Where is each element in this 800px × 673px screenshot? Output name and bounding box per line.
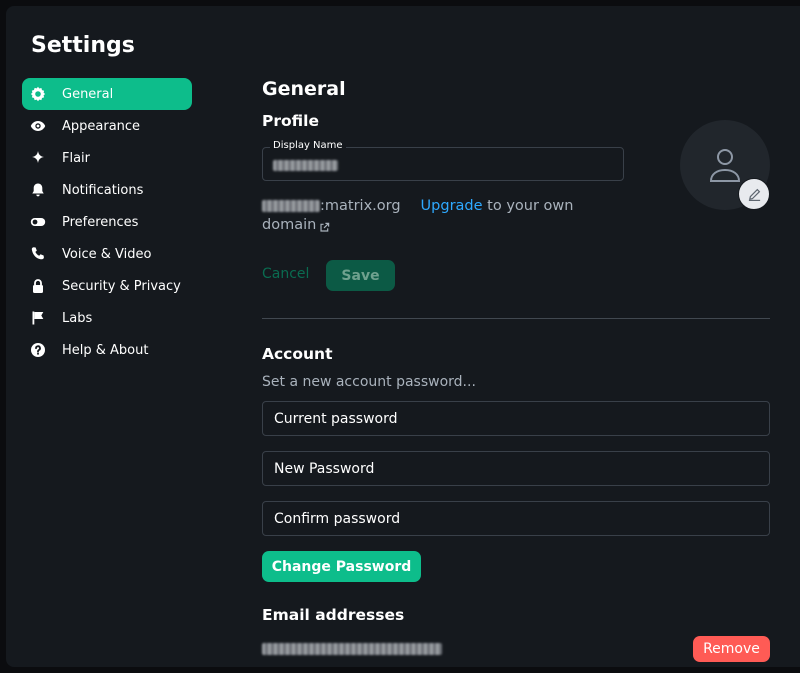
user-icon — [709, 149, 741, 182]
email-address-redacted — [262, 643, 442, 655]
cancel-button[interactable]: Cancel — [262, 266, 309, 282]
pencil-icon — [748, 188, 760, 201]
user-id-server: :matrix.org — [320, 198, 401, 214]
sidebar-item-notifications[interactable]: Notifications — [22, 174, 192, 206]
new-password-field[interactable]: New Password — [262, 451, 770, 486]
bell-icon — [30, 182, 46, 198]
flag-icon — [30, 310, 46, 326]
edit-avatar-button[interactable] — [738, 178, 770, 210]
account-heading: Account — [262, 345, 333, 363]
settings-sidebar: General Appearance Flair Notifications P… — [22, 78, 192, 366]
confirm-password-field[interactable]: Confirm password — [262, 501, 770, 536]
sidebar-item-security-privacy[interactable]: Security & Privacy — [22, 270, 192, 302]
sidebar-item-preferences[interactable]: Preferences — [22, 206, 192, 238]
general-settings-panel: General Profile Display Name :matrix.org… — [262, 6, 770, 667]
settings-dialog: Settings General Appearance Flair Notifi… — [6, 6, 800, 667]
sidebar-item-label: Notifications — [62, 182, 144, 198]
display-name-label: Display Name — [270, 140, 346, 151]
sidebar-item-general[interactable]: General — [22, 78, 192, 110]
sparkle-icon — [30, 150, 46, 166]
user-id-line: :matrix.org Upgrade to your own domain — [262, 197, 632, 235]
sidebar-item-label: General — [62, 86, 114, 102]
profile-heading: Profile — [262, 112, 319, 130]
change-password-button[interactable]: Change Password — [262, 551, 421, 582]
sidebar-item-appearance[interactable]: Appearance — [22, 110, 192, 142]
sidebar-item-label: Preferences — [62, 214, 139, 230]
current-password-field[interactable]: Current password — [262, 401, 770, 436]
sidebar-item-labs[interactable]: Labs — [22, 302, 192, 334]
phone-icon — [30, 246, 46, 262]
sidebar-item-label: Appearance — [62, 118, 141, 134]
section-divider — [262, 318, 770, 319]
account-description: Set a new account password... — [262, 374, 476, 390]
sidebar-item-label: Voice & Video — [62, 246, 152, 262]
sidebar-item-help-about[interactable]: Help & About — [22, 334, 192, 366]
eye-icon — [30, 118, 46, 134]
sidebar-item-voice-video[interactable]: Voice & Video — [22, 238, 192, 270]
sidebar-item-label: Help & About — [62, 342, 149, 358]
lock-icon — [30, 278, 46, 294]
sidebar-item-label: Security & Privacy — [62, 278, 181, 294]
sidebar-item-label: Labs — [62, 310, 93, 326]
display-name-field[interactable]: Display Name — [262, 140, 624, 181]
page-title: General — [262, 78, 346, 100]
external-link-icon[interactable] — [319, 220, 330, 232]
domain-text: domain — [262, 217, 317, 233]
dialog-title: Settings — [31, 33, 135, 58]
save-button[interactable]: Save — [326, 260, 395, 291]
display-name-value-redacted — [273, 160, 338, 171]
remove-email-button[interactable]: Remove — [693, 636, 770, 662]
upgrade-link[interactable]: Upgrade — [421, 198, 483, 214]
email-heading: Email addresses — [262, 606, 405, 624]
toggle-icon — [30, 214, 46, 230]
sidebar-item-flair[interactable]: Flair — [22, 142, 192, 174]
sidebar-item-label: Flair — [62, 150, 91, 166]
help-icon — [30, 342, 46, 358]
gear-icon — [30, 86, 46, 102]
user-id-localpart-redacted — [262, 200, 320, 212]
upgrade-text: to your own — [482, 198, 574, 214]
